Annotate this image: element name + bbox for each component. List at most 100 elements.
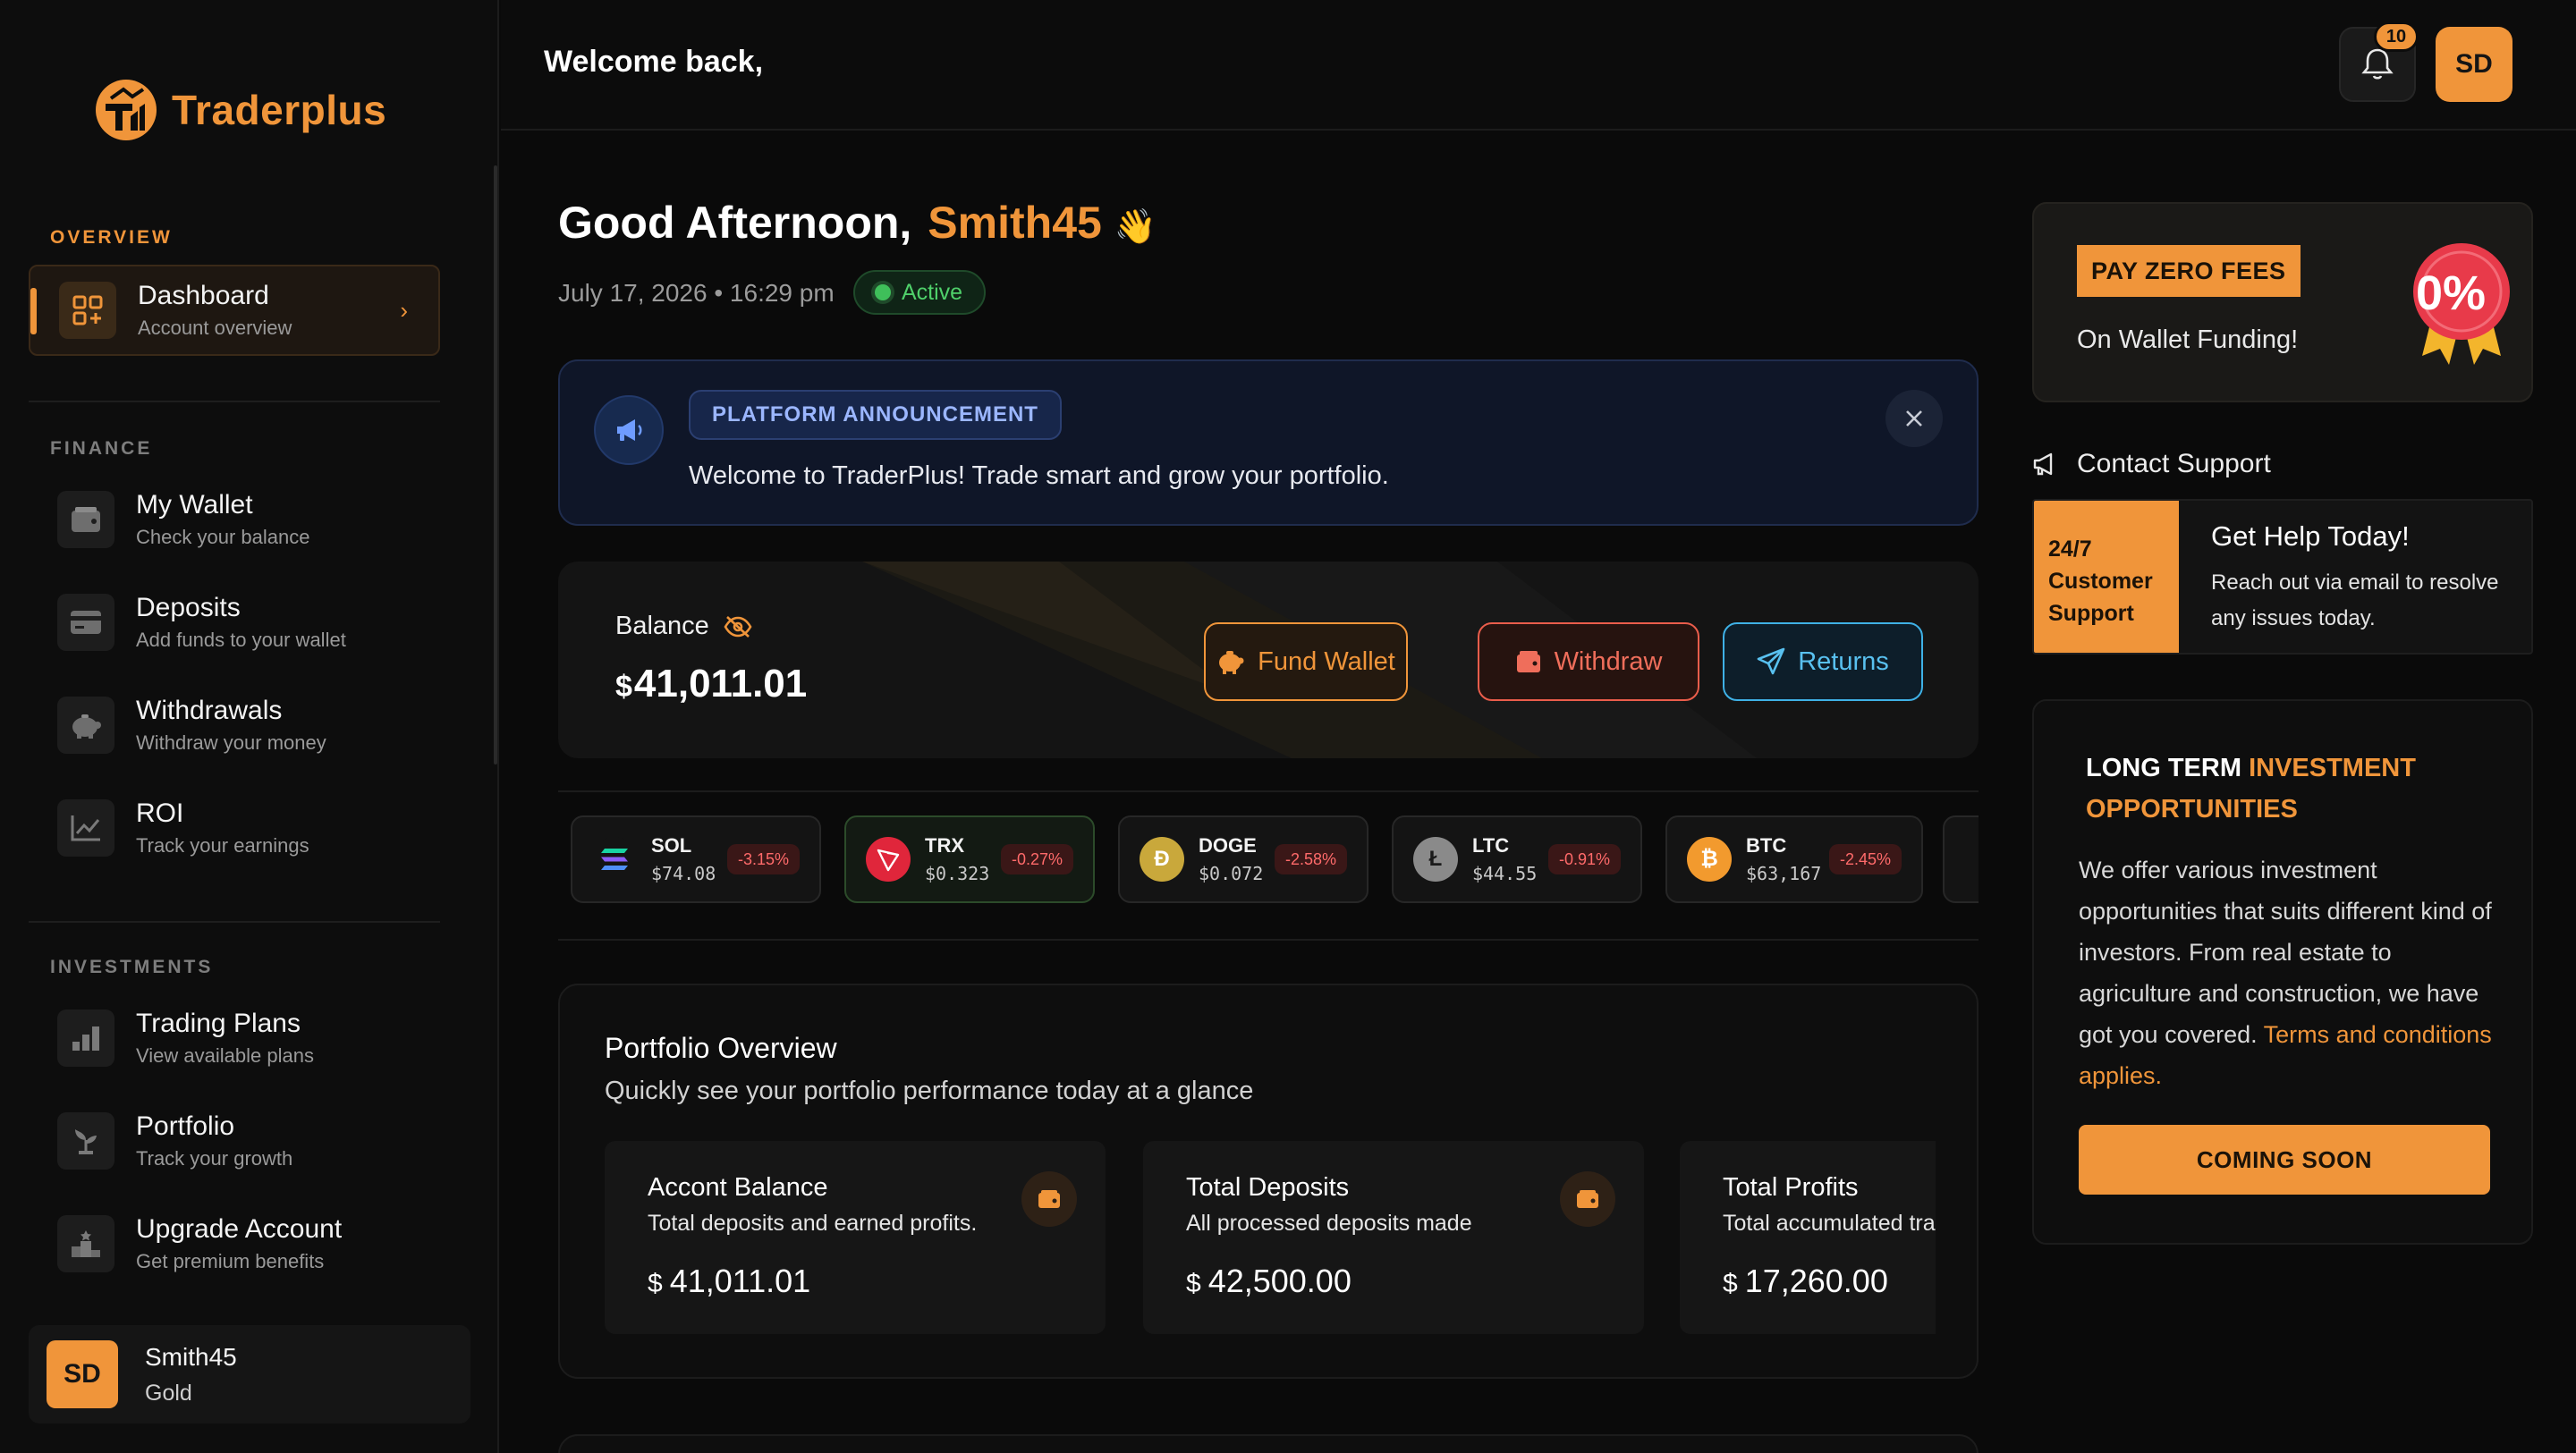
balance-label: Balance bbox=[615, 612, 752, 641]
wallet-icon bbox=[57, 491, 114, 548]
stat-card-currency: $ bbox=[1186, 1269, 1201, 1298]
ticker-change: -2.45% bbox=[1828, 844, 1902, 874]
long-term-investment-card: LONG TERM INVESTMENT OPPORTUNITIES We of… bbox=[2032, 699, 2533, 1245]
eye-off-icon[interactable] bbox=[724, 615, 752, 638]
coming-soon-button[interactable]: COMING SOON bbox=[2079, 1125, 2490, 1195]
sidebar-item-sub: Check your balance bbox=[136, 526, 310, 548]
dogecoin-icon: Ð bbox=[1140, 837, 1184, 882]
ticker-symbol: LTC bbox=[1472, 834, 1510, 857]
stat-card-amount: 42,500.00 bbox=[1208, 1263, 1352, 1299]
invest-title-white: LONG TERM bbox=[2086, 754, 2241, 782]
sidebar-item-portfolio[interactable]: Portfolio Track your growth bbox=[29, 1095, 440, 1187]
ticker-change: -0.27% bbox=[1000, 844, 1073, 874]
greeting-prefix: Good Afternoon, bbox=[558, 198, 912, 248]
fund-wallet-button[interactable]: Fund Wallet bbox=[1204, 622, 1408, 701]
tron-icon bbox=[866, 837, 911, 882]
ticker-change: -0.91% bbox=[1547, 844, 1621, 874]
ticker-item-btc[interactable]: ₿ BTC $63,167 -2.45% bbox=[1665, 815, 1923, 903]
notification-count-badge: 10 bbox=[2374, 21, 2419, 52]
sidebar-item-my-wallet[interactable]: My Wallet Check your balance bbox=[29, 474, 440, 565]
status-badge: Active bbox=[853, 270, 987, 315]
portfolio-title: Portfolio Overview bbox=[605, 1032, 837, 1064]
ticker-change: -3.15% bbox=[726, 844, 800, 874]
stat-card-value: $41,011.01 bbox=[648, 1263, 810, 1300]
status-dot-icon bbox=[875, 284, 891, 300]
sidebar-item-sub: Track your earnings bbox=[136, 834, 309, 857]
section-label-investments: INVESTMENTS bbox=[50, 957, 214, 977]
contact-body: Reach out via email to resolve any issue… bbox=[2211, 570, 2499, 630]
returns-label: Returns bbox=[1798, 646, 1889, 676]
stat-card-value: $17,260.00 bbox=[1723, 1263, 1888, 1300]
solana-icon bbox=[592, 837, 637, 882]
sidebar-item-label: Trading Plans bbox=[136, 1009, 301, 1038]
ticker-price: $74.08 bbox=[651, 863, 716, 884]
ticker-price: $0.072 bbox=[1199, 863, 1264, 884]
sidebar-item-sub: Add funds to your wallet bbox=[136, 629, 346, 651]
sidebar-scrollbar[interactable] bbox=[494, 165, 497, 765]
close-icon[interactable] bbox=[1885, 390, 1943, 447]
zero-fees-promo[interactable]: PAY ZERO FEES On Wallet Funding! 0% bbox=[2032, 202, 2533, 402]
line-chart-icon bbox=[57, 799, 114, 857]
badge-line: 24/7 bbox=[2048, 536, 2092, 562]
podium-icon bbox=[57, 1215, 114, 1272]
sidebar-item-dashboard[interactable]: Dashboard Account overview › bbox=[29, 265, 440, 356]
sidebar-item-sub: Withdraw your money bbox=[136, 731, 326, 754]
wallet-icon bbox=[1021, 1171, 1077, 1227]
section-label-finance: FINANCE bbox=[50, 438, 153, 459]
balance-amount: $41,011.01 bbox=[615, 662, 807, 706]
ticker-item-doge[interactable]: Ð DOGE $0.072 -2.58% bbox=[1118, 815, 1368, 903]
credit-card-icon bbox=[57, 594, 114, 651]
contact-support-card[interactable]: 24/7 Customer Support Get Help Today! Re… bbox=[2032, 499, 2533, 655]
invest-body: We offer various investment opportunitie… bbox=[2079, 849, 2499, 1096]
announcement-banner: PLATFORM ANNOUNCEMENT Welcome to TraderP… bbox=[558, 359, 1979, 526]
page-greeting: Good Afternoon, Smith45 👋 bbox=[558, 197, 1157, 249]
stat-card-sub: All processed deposits made bbox=[1186, 1211, 1472, 1236]
chevron-right-icon: › bbox=[400, 297, 408, 324]
user-avatar-button[interactable]: SD bbox=[2436, 27, 2512, 102]
divider bbox=[29, 401, 440, 402]
portfolio-subtitle: Quickly see your portfolio performance t… bbox=[605, 1077, 1254, 1105]
ticker-item-ltc[interactable]: Ł LTC $44.55 -0.91% bbox=[1392, 815, 1642, 903]
ticker-price: $44.55 bbox=[1472, 863, 1538, 884]
zero-percent-badge-icon: 0% bbox=[2413, 243, 2510, 365]
fund-wallet-label: Fund Wallet bbox=[1258, 646, 1395, 676]
sidebar-item-deposits[interactable]: Deposits Add funds to your wallet bbox=[29, 577, 440, 668]
sidebar-item-trading-plans[interactable]: Trading Plans View available plans bbox=[29, 993, 440, 1084]
status-text: Active bbox=[902, 279, 963, 305]
withdraw-label: Withdraw bbox=[1554, 646, 1663, 676]
brand-name: Traderplus bbox=[172, 87, 387, 133]
divider bbox=[29, 921, 440, 923]
next-section-card bbox=[558, 1434, 1979, 1453]
balance-amount-value: 41,011.01 bbox=[633, 662, 808, 705]
sidebar-item-sub: View available plans bbox=[136, 1044, 314, 1067]
sidebar-item-upgrade-account[interactable]: Upgrade Account Get premium benefits bbox=[29, 1198, 440, 1289]
traderplus-logo-icon bbox=[96, 80, 157, 140]
announcement-tag: PLATFORM ANNOUNCEMENT bbox=[689, 390, 1062, 440]
section-label-overview: OVERVIEW bbox=[50, 227, 173, 248]
returns-button[interactable]: Returns bbox=[1723, 622, 1923, 701]
sidebar-profile-card[interactable]: SD Smith45 Gold bbox=[29, 1325, 470, 1423]
ticker-item-partial[interactable] bbox=[1943, 815, 1979, 903]
sidebar-item-withdrawals[interactable]: Withdrawals Withdraw your money bbox=[29, 680, 440, 771]
sidebar-item-label: Dashboard bbox=[138, 281, 269, 310]
sidebar-item-sub: Account overview bbox=[138, 317, 292, 339]
balance-currency: $ bbox=[615, 670, 632, 704]
ticker-symbol: TRX bbox=[925, 834, 964, 857]
withdraw-button[interactable]: Withdraw bbox=[1478, 622, 1699, 701]
sidebar-item-label: Withdrawals bbox=[136, 696, 283, 725]
stat-card-currency: $ bbox=[1723, 1269, 1738, 1298]
ticker-item-sol[interactable]: SOL $74.08 -3.15% bbox=[571, 815, 821, 903]
topbar: Welcome back, 10 SD bbox=[501, 0, 2576, 131]
badge-line: Customer bbox=[2048, 569, 2153, 594]
stat-card-title: Total Profits bbox=[1723, 1173, 1859, 1202]
ticker-item-trx[interactable]: TRX $0.323 -0.27% bbox=[844, 815, 1095, 903]
sidebar-item-roi[interactable]: ROI Track your earnings bbox=[29, 782, 440, 874]
profile-name: Smith45 bbox=[145, 1342, 237, 1371]
wave-emoji-icon: 👋 bbox=[1114, 208, 1157, 246]
greeting-username: Smith45 bbox=[928, 198, 1102, 248]
stat-card-title: Accont Balance bbox=[648, 1173, 828, 1202]
ticker-price: $0.323 bbox=[925, 863, 990, 884]
badge-zero-text: 0% bbox=[2416, 266, 2486, 320]
brand-logo[interactable]: Traderplus bbox=[93, 77, 386, 143]
balance-label-text: Balance bbox=[615, 612, 709, 640]
